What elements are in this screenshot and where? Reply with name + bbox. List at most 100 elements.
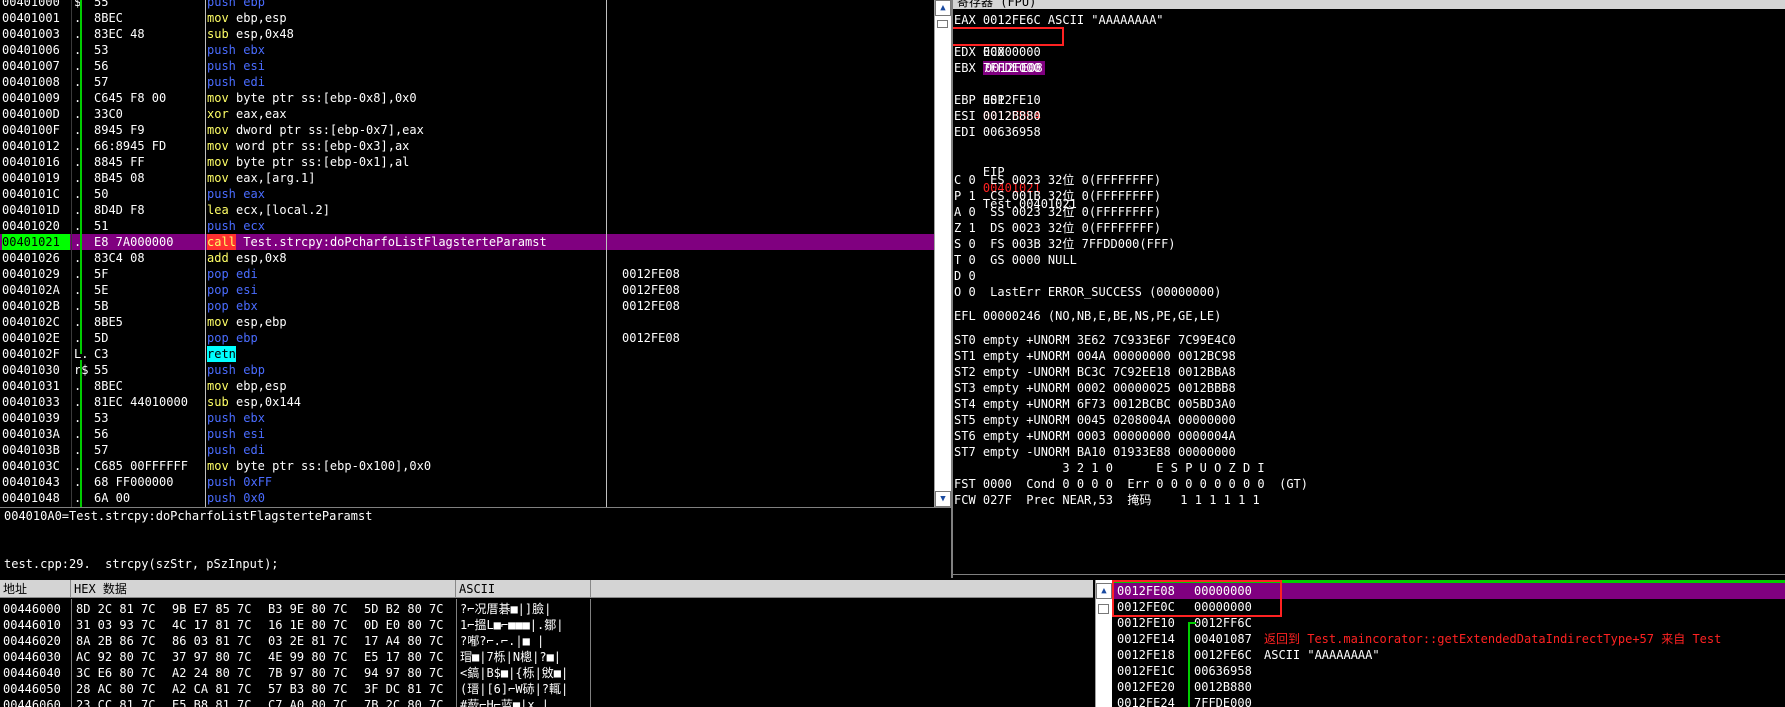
flag-row[interactable]: T 0 GS 0000 NULL	[954, 252, 1077, 268]
disasm-mnemonic[interactable]: pop	[207, 298, 229, 314]
flag-row[interactable]: C 0 ES 0023 32位 0(FFFFFFFF)	[954, 172, 1161, 188]
disasm-address[interactable]: 0040103B	[2, 442, 70, 458]
reg-edi[interactable]: EDI 00636958	[954, 124, 1041, 140]
disasm-row[interactable]: 0040101D. 8D4D F8 lea ecx,[local.2]	[0, 202, 934, 218]
disasm-operands[interactable]: edi	[243, 442, 633, 458]
dump-hex-group[interactable]: E5 17 80 7C	[364, 649, 443, 665]
disasm-row[interactable]: 00401016. 8845 FF mov byte ptr ss:[ebp-0x1]…	[0, 154, 934, 170]
dump-hex-group[interactable]: 17 A4 80 7C	[364, 633, 443, 649]
disasm-address[interactable]: 00401043	[2, 474, 70, 490]
stack-address[interactable]: 0012FE1C	[1117, 663, 1175, 679]
stack-address[interactable]: 0012FE18	[1117, 647, 1175, 663]
disasm-address[interactable]: 0040102A	[2, 282, 70, 298]
disasm-address[interactable]: 00401020	[2, 218, 70, 234]
disasm-operands[interactable]: ebx	[243, 410, 633, 426]
disasm-address[interactable]: 0040101D	[2, 202, 70, 218]
disasm-mnemonic[interactable]: retn	[207, 346, 236, 362]
disasm-address[interactable]: 0040103C	[2, 458, 70, 474]
disasm-operands[interactable]: ebp	[243, 362, 633, 378]
disasm-operands[interactable]: esp,0x144	[236, 394, 626, 410]
dump-address[interactable]: 00446050	[3, 681, 61, 697]
disasm-address[interactable]: 00401008	[2, 74, 70, 90]
dump-address[interactable]: 00446030	[3, 649, 61, 665]
disasm-address[interactable]: 0040102E	[2, 330, 70, 346]
disasm-mnemonic[interactable]: lea	[207, 202, 229, 218]
disasm-row[interactable]: 0040103A. 56 push esi	[0, 426, 934, 442]
disasm-row[interactable]: 00401009. C645 F8 00 mov byte ptr ss:[ebp-0…	[0, 90, 934, 106]
stack-value[interactable]: 00401087	[1194, 631, 1252, 647]
disasm-operands[interactable]: esp,ebp	[236, 314, 626, 330]
dump-hex-group[interactable]: 7B 2C 80 7C	[364, 697, 443, 707]
stack-value[interactable]: 0012B880	[1194, 679, 1252, 695]
scroll-thumb[interactable]	[937, 20, 948, 28]
reg-esi[interactable]: ESI 0012B880	[954, 108, 1041, 124]
dump-pane[interactable]: 地址 HEX 数据 ASCII 00446000 8D 2C 81 7C 9B E7…	[0, 580, 1093, 707]
dump-hex-group[interactable]: 3C E6 80 7C	[76, 665, 155, 681]
stack-row[interactable]: 0012FE24 7FFDE000	[1112, 695, 1785, 707]
disasm-operands[interactable]: 0x0	[243, 490, 633, 506]
dump-hex-group[interactable]: 16 1E 80 7C	[268, 617, 347, 633]
flag-row[interactable]: Z 1 DS 0023 32位 0(FFFFFFFF)	[954, 220, 1161, 236]
fpu-fst[interactable]: FST 0000 Cond 0 0 0 0 Err 0 0 0 0 0 0 0 …	[954, 476, 1308, 492]
disasm-mnemonic[interactable]: pop	[207, 282, 229, 298]
disasm-row[interactable]: 00401021. E8 7A000000 call Test.strcpy:doPc…	[0, 234, 934, 250]
dump-address[interactable]: 00446040	[3, 665, 61, 681]
fpu-register-row[interactable]: ST5 empty +UNORM 0045 0208004A 00000000	[954, 412, 1236, 428]
stack-value[interactable]: 0012FE6C	[1194, 647, 1252, 663]
disasm-mnemonic[interactable]: pop	[207, 330, 229, 346]
disasm-operands[interactable]: ecx,[local.2]	[236, 202, 626, 218]
disasm-mnemonic[interactable]: push	[207, 474, 236, 490]
disasm-operands[interactable]: esp,0x8	[236, 250, 626, 266]
reg-eip[interactable]: EIP 00401021 Test.00401021	[954, 148, 1077, 211]
disasm-row[interactable]: 00401043. 68 FF000000 push 0xFF	[0, 474, 934, 490]
dump-hex-group[interactable]: 4C 17 81 7C	[172, 617, 251, 633]
dump-hex-group[interactable]: 9B E7 85 7C	[172, 601, 251, 617]
disasm-mnemonic[interactable]: mov	[207, 138, 229, 154]
disasm-mnemonic[interactable]: pop	[207, 266, 229, 282]
disasm-address[interactable]: 0040100F	[2, 122, 70, 138]
dump-hex-group[interactable]: 86 03 81 7C	[172, 633, 251, 649]
dump-address[interactable]: 00446010	[3, 617, 61, 633]
disasm-address[interactable]: 00401029	[2, 266, 70, 282]
disasm-mnemonic[interactable]: push	[207, 74, 236, 90]
disasm-operands[interactable]: esp,0x48	[236, 26, 626, 42]
disasm-operands[interactable]: esi	[236, 282, 626, 298]
disasm-mnemonic[interactable]: mov	[207, 314, 229, 330]
stack-scroll-thumb[interactable]	[1098, 604, 1109, 614]
dump-hex-group[interactable]: 94 97 80 7C	[364, 665, 443, 681]
dump-address[interactable]: 00446060	[3, 697, 61, 707]
flag-row[interactable]: A 0 SS 0023 32位 0(FFFFFFFF)	[954, 204, 1161, 220]
disasm-mnemonic[interactable]: mov	[207, 10, 229, 26]
disasm-mnemonic[interactable]: push	[207, 186, 236, 202]
disasm-col-sep-2[interactable]	[205, 0, 206, 507]
stack-pane[interactable]: 0012FE08 00000000 0012FE0C 00000000 0012FE10…	[1112, 580, 1785, 707]
disasm-mnemonic[interactable]: push	[207, 0, 236, 10]
disasm-operands[interactable]: ecx	[243, 218, 633, 234]
disasm-address[interactable]: 00401006	[2, 42, 70, 58]
disasm-row[interactable]: 0040102E. 5D pop ebp 0012FE08	[0, 330, 934, 346]
disasm-row[interactable]: 00401039. 53 push ebx	[0, 410, 934, 426]
disasm-scrollbar[interactable]: ▲ ▼	[934, 0, 951, 507]
disasm-address[interactable]: 00401007	[2, 58, 70, 74]
fpu-register-row[interactable]: ST2 empty -UNORM BC3C 7C92EE18 0012BBA8	[954, 364, 1236, 380]
disasm-row[interactable]: 00401001. 8BEC mov ebp,esp	[0, 10, 934, 26]
disasm-operands[interactable]: ebp	[243, 0, 633, 10]
disasm-row[interactable]: 0040103C. C685 00FFFFFF mov byte ptr ss:[eb…	[0, 458, 934, 474]
disasm-address[interactable]: 00401003	[2, 26, 70, 42]
stack-scroll-up-arrow-icon[interactable]: ▲	[1096, 583, 1112, 599]
stack-value[interactable]: 0012FF6C	[1194, 615, 1252, 631]
disasm-operands[interactable]: esi	[243, 58, 633, 74]
disasm-operands[interactable]: ebp,esp	[236, 378, 626, 394]
disasm-address[interactable]: 00401016	[2, 154, 70, 170]
disasm-row[interactable]: 0040101C. 50 push eax	[0, 186, 934, 202]
reg-edx[interactable]: EDX 00000000	[954, 44, 1041, 60]
disasm-row[interactable]: 00401030r$55pushebp	[0, 362, 934, 378]
disasm-mnemonic[interactable]: call	[207, 234, 236, 250]
dump-hex-group[interactable]: 28 AC 80 7C	[76, 681, 155, 697]
stack-address[interactable]: 0012FE14	[1117, 631, 1175, 647]
disasm-row[interactable]: 00401026. 83C4 08 add esp,0x8	[0, 250, 934, 266]
disasm-row[interactable]: 00401033. 81EC 44010000 sub esp,0x144	[0, 394, 934, 410]
dump-hex-group[interactable]: 37 97 80 7C	[172, 649, 251, 665]
dump-row[interactable]: 00446000 8D 2C 81 7C 9B E7 85 7C B3 9E 80 7…	[0, 601, 1093, 617]
dump-hex-group[interactable]: 31 03 93 7C	[76, 617, 155, 633]
